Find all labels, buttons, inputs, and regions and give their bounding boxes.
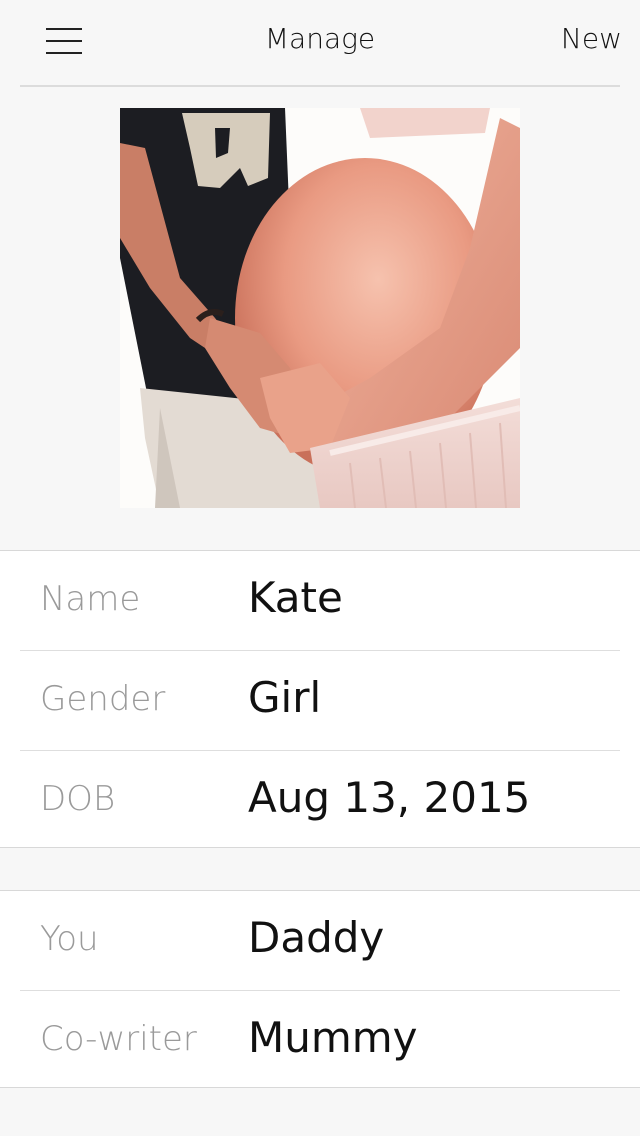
- menu-line: [46, 40, 82, 42]
- name-row[interactable]: Name Kate: [0, 551, 640, 651]
- you-value[interactable]: Daddy: [248, 913, 384, 962]
- writers-form: You Daddy Co-writer Mummy: [0, 890, 640, 1088]
- menu-line: [46, 52, 82, 54]
- maternity-photo-image: [120, 108, 520, 508]
- you-label: You: [40, 919, 99, 959]
- menu-line: [46, 28, 82, 30]
- name-label: Name: [40, 579, 141, 619]
- you-row[interactable]: You Daddy: [0, 891, 640, 991]
- name-value[interactable]: Kate: [248, 573, 343, 622]
- baby-photo[interactable]: [120, 108, 520, 508]
- gender-value[interactable]: Girl: [248, 673, 321, 722]
- top-bar: Manage New: [0, 0, 640, 87]
- co-writer-row[interactable]: Co-writer Mummy: [0, 991, 640, 1091]
- baby-info-form: Name Kate Gender Girl DOB Aug 13, 2015: [0, 550, 640, 848]
- new-button[interactable]: New: [561, 22, 622, 55]
- dob-row[interactable]: DOB Aug 13, 2015: [0, 751, 640, 851]
- hamburger-menu-icon[interactable]: [44, 28, 84, 58]
- dob-label: DOB: [40, 779, 116, 819]
- co-writer-label: Co-writer: [40, 1019, 197, 1059]
- gender-row[interactable]: Gender Girl: [0, 651, 640, 751]
- dob-value[interactable]: Aug 13, 2015: [248, 773, 530, 822]
- gender-label: Gender: [40, 679, 166, 719]
- header-divider: [20, 85, 620, 87]
- page-title: Manage: [264, 22, 376, 55]
- co-writer-value[interactable]: Mummy: [248, 1013, 418, 1062]
